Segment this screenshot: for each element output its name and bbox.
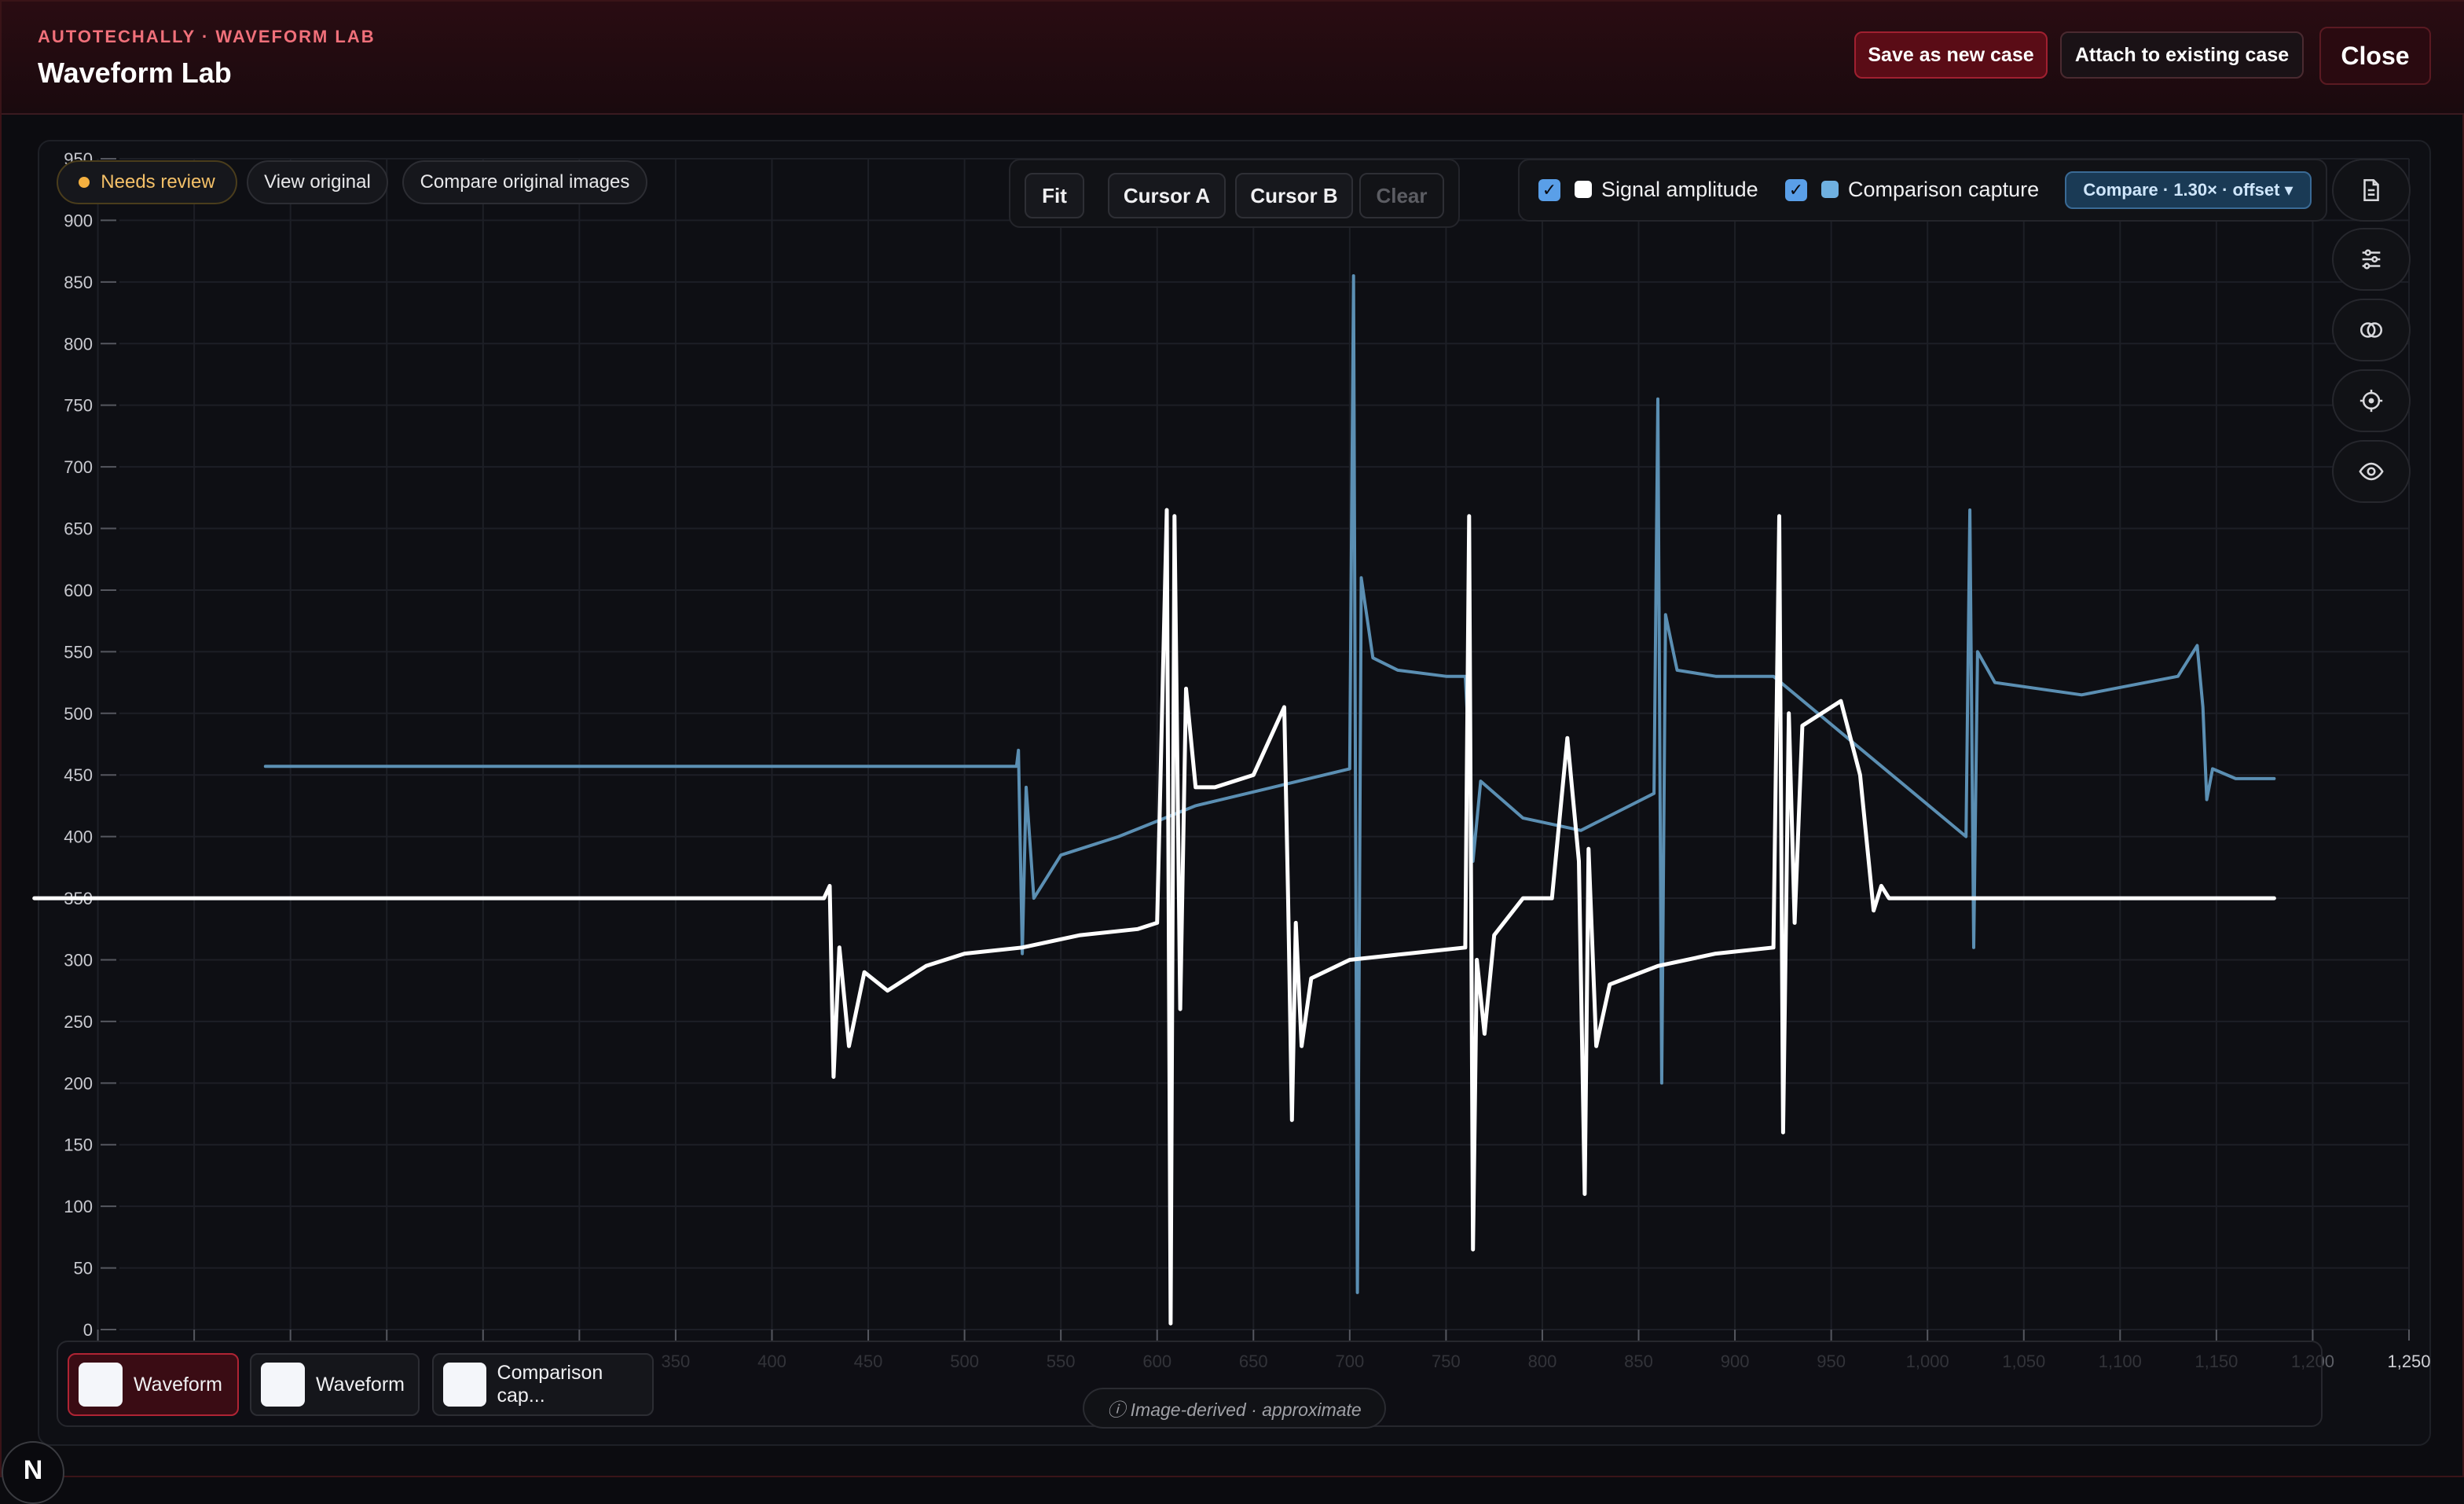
capture-thumb-1[interactable]: Waveform xyxy=(68,1353,239,1416)
compare-original-images-button[interactable]: Compare original images xyxy=(402,160,647,204)
waveform-thumbnail xyxy=(443,1363,486,1407)
signal-amplitude-swatch xyxy=(1575,181,1592,198)
y-tick-label: 50 xyxy=(74,1259,93,1278)
y-tick-label: 0 xyxy=(83,1320,93,1340)
warning-dot-icon xyxy=(79,177,90,188)
waveform-thumbnail xyxy=(79,1363,123,1407)
y-tick-label: 100 xyxy=(64,1197,93,1216)
corner-badge[interactable]: N xyxy=(2,1441,64,1504)
approximation-note: ⓘ Image-derived · approximate xyxy=(1083,1388,1386,1429)
signal-amplitude-label: Signal amplitude xyxy=(1601,178,1758,201)
signal-amplitude-line xyxy=(32,508,2276,1326)
y-tick-label: 750 xyxy=(64,396,93,416)
y-axis-tick-labels: 0501001502002503003504004505005506006507… xyxy=(64,149,93,1340)
y-tick-label: 450 xyxy=(64,765,93,785)
fit-button[interactable]: Fit xyxy=(1025,173,1084,218)
clear-cursors-button[interactable]: Clear xyxy=(1359,173,1444,218)
y-tick-label: 200 xyxy=(64,1073,93,1093)
y-tick-label: 650 xyxy=(64,519,93,539)
view-original-button[interactable]: View original xyxy=(247,160,388,204)
y-tick-label: 600 xyxy=(64,581,93,600)
comparison-capture-swatch xyxy=(1821,181,1839,198)
comparison-capture-checkbox[interactable]: ✓ xyxy=(1785,179,1807,201)
capture-thumb-label: Waveform xyxy=(316,1373,405,1396)
y-tick-label: 550 xyxy=(64,642,93,662)
eye-icon xyxy=(2359,462,2384,481)
needs-review-badge[interactable]: Needs review xyxy=(57,160,237,204)
y-tick-label: 500 xyxy=(64,704,93,724)
waveform-thumbnail xyxy=(261,1363,305,1407)
x-tick-label: 1,250 xyxy=(2387,1352,2430,1371)
chart-grid xyxy=(97,158,2410,1341)
review-label: Needs review xyxy=(101,171,215,193)
y-tick-label: 150 xyxy=(64,1135,93,1155)
capture-thumb-label: Comparison cap... xyxy=(497,1362,603,1407)
cursor-toolbar: Fit Cursor A Cursor B Clear xyxy=(1009,159,1460,228)
capture-thumb-2[interactable]: Waveform xyxy=(250,1353,420,1416)
sliders-icon xyxy=(2362,249,2381,270)
chart-series xyxy=(32,274,2276,1326)
waveform-lab-window: AUTOTECHALLY · WAVEFORM LAB Waveform Lab… xyxy=(0,0,2464,1504)
capture-thumb-label: Waveform xyxy=(134,1373,222,1396)
comparison-capture-line xyxy=(263,274,2276,1294)
cursor-b-button[interactable]: Cursor B xyxy=(1235,173,1353,218)
y-tick-label: 300 xyxy=(64,950,93,970)
series-legend: ✓ Signal amplitude ✓ Comparison capture … xyxy=(1518,159,2327,222)
y-tick-label: 800 xyxy=(64,334,93,354)
comparison-capture-label: Comparison capture xyxy=(1848,178,2040,201)
cursor-a-button[interactable]: Cursor A xyxy=(1108,173,1226,218)
capture-thumb-3[interactable]: Comparison cap... xyxy=(432,1353,654,1416)
compare-mode-dropdown[interactable]: Compare · 1.30× · offset ▾ xyxy=(2065,171,2312,209)
report-tool-button[interactable] xyxy=(2332,159,2411,222)
crosshair-tool-button[interactable] xyxy=(2332,369,2411,432)
adjust-tool-button[interactable] xyxy=(2332,228,2411,291)
overlay-icon xyxy=(2360,322,2383,338)
y-tick-label: 400 xyxy=(64,827,93,847)
visibility-tool-button[interactable] xyxy=(2332,440,2411,503)
y-tick-label: 250 xyxy=(64,1012,93,1032)
document-icon xyxy=(2363,178,2379,202)
signal-amplitude-checkbox[interactable]: ✓ xyxy=(1538,179,1560,201)
crosshair-icon xyxy=(2360,389,2383,413)
overlay-tool-button[interactable] xyxy=(2332,299,2411,361)
y-tick-label: 850 xyxy=(64,273,93,292)
y-tick-label: 700 xyxy=(64,457,93,477)
y-tick-label: 900 xyxy=(64,211,93,230)
